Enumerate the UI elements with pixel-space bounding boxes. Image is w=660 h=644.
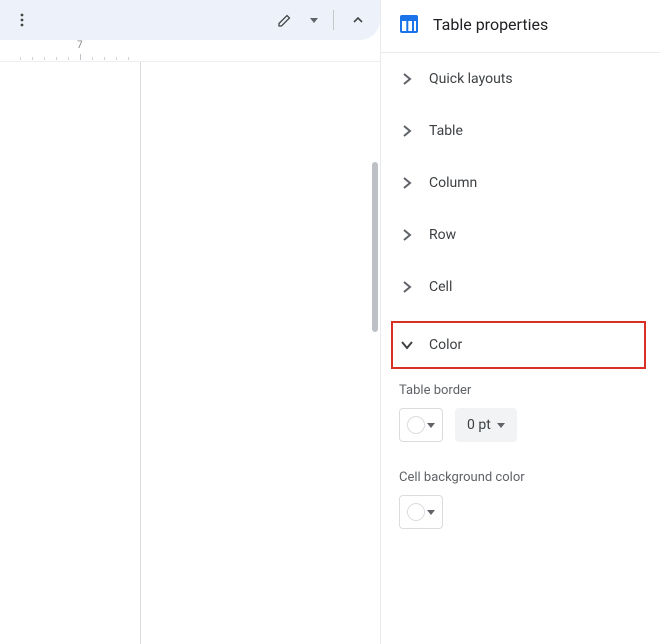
chevron-up-icon — [351, 13, 365, 27]
section-cell[interactable]: Cell — [381, 261, 660, 313]
section-label: Column — [429, 175, 477, 191]
panel-title: Table properties — [433, 15, 548, 34]
chevron-down-icon — [497, 423, 505, 428]
toolbar-divider — [333, 10, 334, 30]
table-icon — [399, 14, 419, 34]
panel-header: Table properties — [381, 0, 660, 52]
table-border-label: Table border — [381, 377, 660, 408]
chevron-right-icon — [399, 279, 415, 295]
section-label: Color — [429, 337, 462, 353]
scrollbar-thumb[interactable] — [372, 162, 378, 332]
toolbar — [0, 0, 380, 40]
collapse-toolbar-button[interactable] — [344, 6, 372, 34]
chevron-down-icon — [427, 423, 435, 428]
section-label: Cell — [429, 279, 452, 295]
section-label: Table — [429, 123, 463, 139]
color-swatch-icon — [407, 503, 425, 521]
section-label: Quick layouts — [429, 71, 513, 87]
chevron-right-icon — [399, 227, 415, 243]
page-edge — [140, 62, 141, 644]
chevron-down-icon — [310, 18, 318, 23]
border-width-value: 0 pt — [467, 417, 491, 433]
more-options-button[interactable] — [8, 6, 36, 34]
section-column[interactable]: Column — [381, 157, 660, 209]
table-properties-panel: Table properties Quick layouts Table Col… — [380, 0, 660, 644]
cell-bg-label: Cell background color — [381, 464, 660, 495]
edit-mode-button[interactable] — [271, 6, 299, 34]
chevron-right-icon — [399, 175, 415, 191]
document-canvas[interactable] — [0, 62, 380, 644]
edit-mode-dropdown[interactable] — [305, 6, 323, 34]
table-border-controls: 0 pt — [381, 408, 660, 464]
ruler[interactable]: 7 — [0, 40, 380, 62]
section-row[interactable]: Row — [381, 209, 660, 261]
chevron-down-icon — [427, 510, 435, 515]
document-pane: 7 — [0, 0, 380, 644]
cell-bg-controls — [381, 495, 660, 551]
chevron-right-icon — [399, 71, 415, 87]
section-quick-layouts[interactable]: Quick layouts — [381, 53, 660, 105]
color-swatch-icon — [407, 416, 425, 434]
section-label: Row — [429, 227, 456, 243]
section-color[interactable]: Color — [391, 321, 646, 369]
section-table[interactable]: Table — [381, 105, 660, 157]
chevron-right-icon — [399, 123, 415, 139]
pencil-icon — [277, 12, 293, 28]
more-vertical-icon — [14, 12, 30, 28]
cell-bg-color-picker[interactable] — [399, 495, 443, 529]
border-color-picker[interactable] — [399, 408, 443, 442]
chevron-down-icon — [399, 337, 415, 353]
border-width-picker[interactable]: 0 pt — [455, 408, 517, 442]
ruler-tick-label: 7 — [77, 40, 83, 51]
